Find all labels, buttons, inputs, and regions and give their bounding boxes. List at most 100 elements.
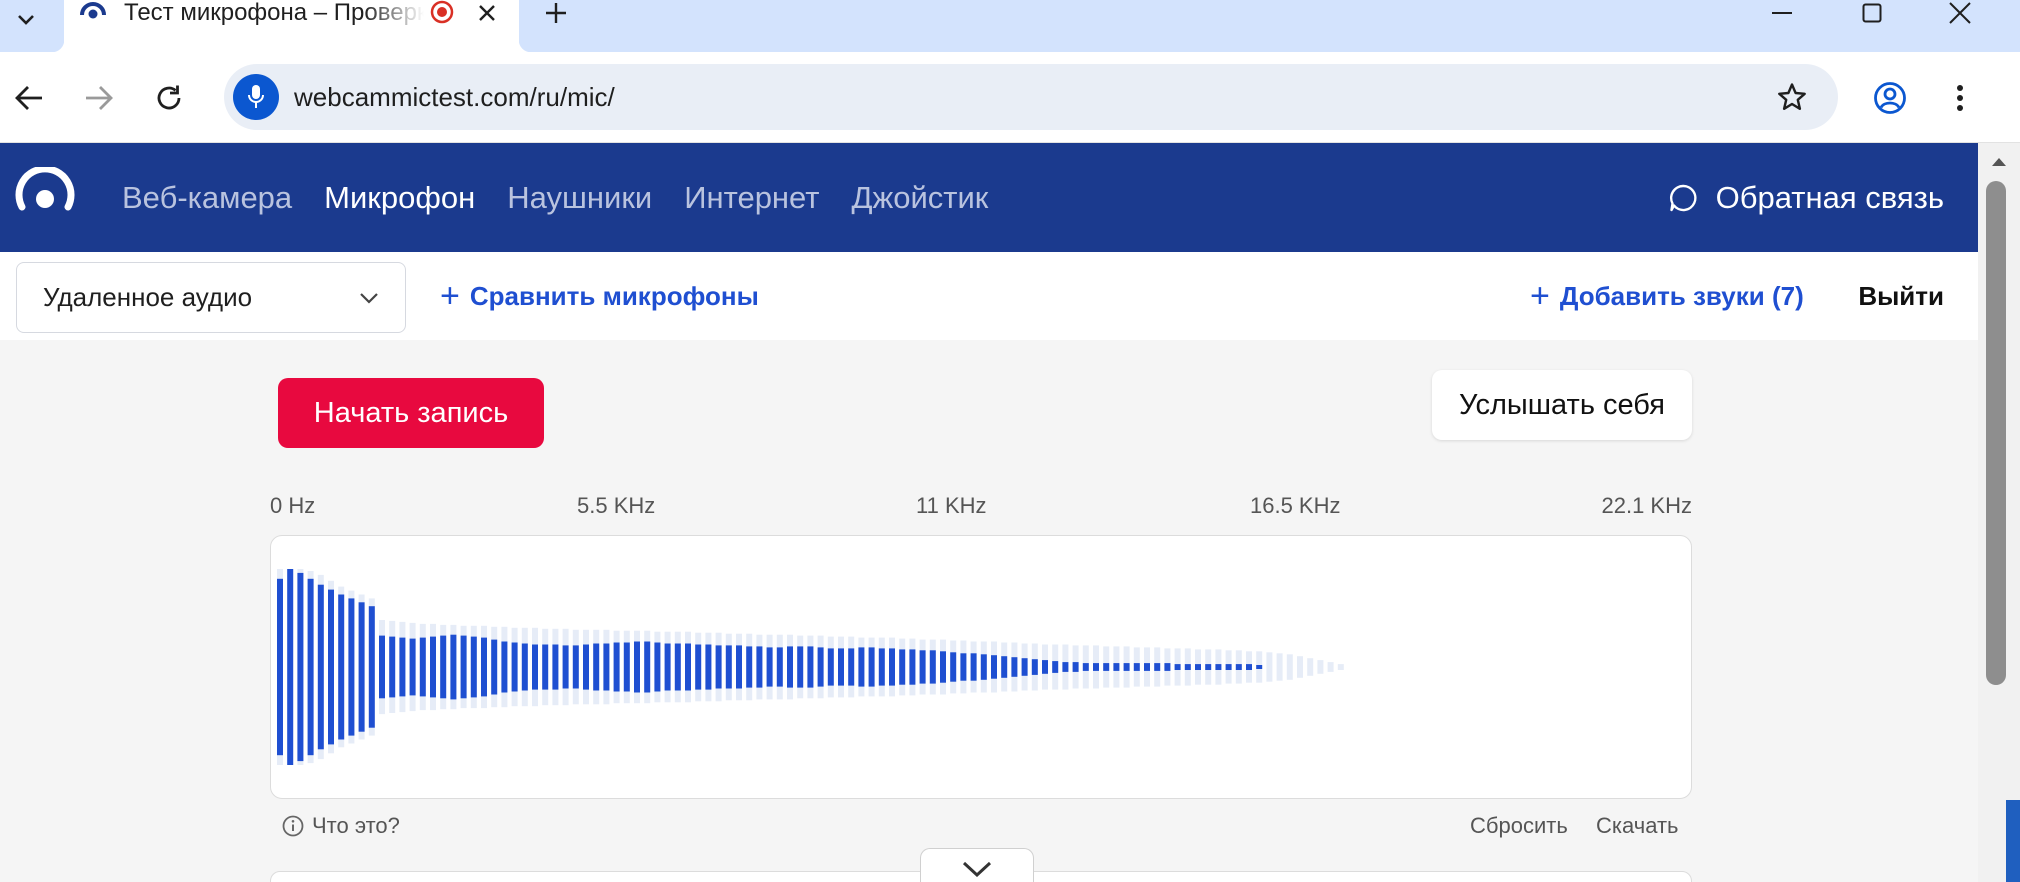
nav-item-internet[interactable]: Интернет <box>684 180 819 216</box>
spectrum-bar <box>1021 658 1028 676</box>
add-sounds-button[interactable]: + Добавить звуки (7) <box>1530 252 1804 340</box>
spectrum-bar <box>1144 663 1150 671</box>
spectrum-bar <box>1133 663 1140 671</box>
spectrum-bar <box>1001 656 1008 678</box>
spectrum-bar <box>797 646 804 688</box>
star-icon[interactable] <box>1772 64 1812 130</box>
spectrum-bar <box>1225 664 1232 670</box>
minimize-button[interactable] <box>1752 0 1812 26</box>
spectrum-bar <box>960 653 967 681</box>
spectrum-bar <box>317 584 324 750</box>
spectrum-bar <box>1072 662 1079 672</box>
spectrum-bar <box>776 647 783 687</box>
spectrum-bar <box>481 637 487 697</box>
close-icon[interactable] <box>472 0 502 26</box>
address-bar[interactable]: webcammictest.com/ru/mic/ <box>224 64 1838 130</box>
back-button[interactable] <box>4 52 54 143</box>
spectrum-peak-bar <box>1266 652 1273 682</box>
profile-button[interactable] <box>1868 52 1912 143</box>
start-recording-button[interactable]: Начать запись <box>278 378 544 448</box>
microphone-icon[interactable] <box>233 74 279 120</box>
desktop-edge <box>2006 800 2020 882</box>
recording-icon <box>427 0 457 26</box>
back-icon <box>15 85 42 110</box>
page-viewport: Веб-камера Микрофон Наушники Интернет Дж… <box>0 143 1978 882</box>
plus-icon <box>546 3 566 23</box>
frequency-axis: 0 Hz 5.5 KHz 11 KHz 16.5 KHz 22.1 KHz <box>270 493 1692 523</box>
nav-item-headphones[interactable]: Наушники <box>507 180 652 216</box>
spectrum-bar <box>766 647 773 687</box>
spectrum-bar <box>542 644 549 690</box>
scroll-up-arrow-icon[interactable] <box>1978 147 2020 177</box>
what-is-this-link[interactable]: Что это? <box>282 811 400 841</box>
compare-microphones-button[interactable]: + Сравнить микрофоны <box>440 252 759 340</box>
reload-button[interactable] <box>144 52 194 143</box>
maximize-button[interactable] <box>1842 0 1902 26</box>
freq-tick: 0 Hz <box>270 493 316 518</box>
spectrum-bar <box>1093 663 1099 671</box>
spectrum-bar <box>848 648 855 686</box>
spectrum-bar <box>674 643 681 691</box>
spectrum-bar <box>1256 665 1263 669</box>
spectrum-bar <box>358 602 365 732</box>
nav-item-webcam[interactable]: Веб-камера <box>122 180 292 216</box>
spectrum-bar <box>664 643 671 691</box>
browser-menu-button[interactable] <box>1940 52 1980 143</box>
spectrum-bar <box>950 652 957 682</box>
chevron-down-icon <box>359 263 379 332</box>
spectrum-bar <box>1062 662 1069 672</box>
tab-title: Тест микрофона – Проверка микрофона онла… <box>124 0 424 26</box>
audio-device-select[interactable]: Удаленное аудио <box>16 262 406 333</box>
spectrum-bar <box>878 648 885 686</box>
spectrum-bar <box>287 569 294 765</box>
spectrum-analyzer <box>270 535 1692 799</box>
spectrum-bar <box>328 589 334 745</box>
collapse-toggle-button[interactable] <box>920 848 1034 882</box>
spectrum-bar <box>307 578 314 756</box>
reload-icon <box>157 85 181 109</box>
spectrum-bar <box>1011 657 1018 677</box>
spectrum-bar <box>889 648 895 686</box>
reset-button[interactable]: Сбросить <box>1470 811 1568 841</box>
freq-tick: 5.5 KHz <box>577 493 656 518</box>
spectrum-bar <box>868 647 875 687</box>
spectrum-bar <box>991 655 997 679</box>
spectrum-peak-bar <box>1327 662 1334 672</box>
spectrum-bar <box>695 644 702 690</box>
spectrum-bar <box>736 645 742 689</box>
scroll-thumb[interactable] <box>1986 181 2006 685</box>
spectrum-peak-bar <box>1317 660 1324 674</box>
download-button[interactable]: Скачать <box>1596 811 1679 841</box>
spectrum-bar <box>787 646 793 688</box>
plus-icon: + <box>440 276 460 315</box>
site-logo-icon[interactable] <box>14 167 76 229</box>
spectrum-bar <box>725 645 732 689</box>
spectrum-bar <box>1246 664 1252 670</box>
nav-item-microphone[interactable]: Микрофон <box>324 180 475 216</box>
spectrum-bar <box>1205 664 1212 670</box>
spectrum-bar <box>970 653 977 681</box>
spectrum-bar <box>613 642 620 692</box>
spectrum-bar <box>593 643 600 691</box>
freq-tick: 16.5 KHz <box>1250 493 1341 518</box>
spectrum-bar <box>654 642 661 692</box>
logout-button[interactable]: Выйти <box>1858 252 1944 340</box>
chevron-down-icon <box>962 861 992 877</box>
tab-search-button[interactable] <box>4 0 48 40</box>
feedback-link[interactable]: Обратная связь <box>1668 143 1944 252</box>
more-icon <box>1957 84 1963 111</box>
spectrum-bar <box>746 646 753 688</box>
hear-yourself-button[interactable]: Услышать себя <box>1432 370 1692 440</box>
nav-item-joystick[interactable]: Джойстик <box>851 180 988 216</box>
close-window-icon <box>1949 2 1971 24</box>
page-scrollbar[interactable] <box>1978 143 2020 882</box>
new-tab-button[interactable] <box>538 0 574 26</box>
spectrum-bar <box>1215 664 1222 670</box>
spectrum-bar <box>817 647 824 687</box>
close-window-button[interactable] <box>1930 0 1990 26</box>
browser-tab-active[interactable]: Тест микрофона – Проверка микрофона онла… <box>52 0 531 52</box>
info-icon <box>282 815 304 837</box>
spectrum-bar <box>1113 663 1120 671</box>
spectrum-bar <box>685 643 691 691</box>
forward-button[interactable] <box>74 52 124 143</box>
